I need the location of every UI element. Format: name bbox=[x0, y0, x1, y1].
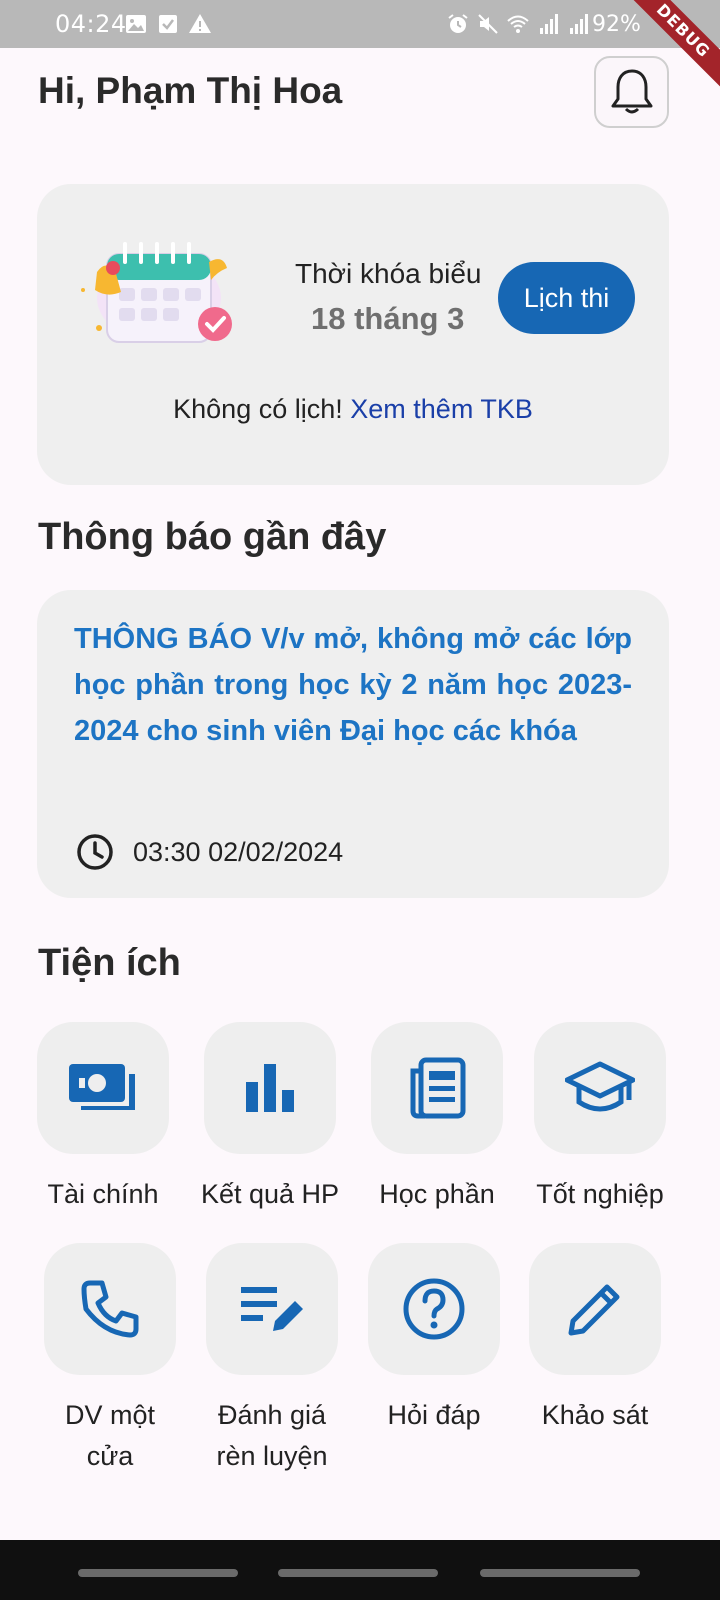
help-icon bbox=[403, 1278, 465, 1340]
notification-title: THÔNG BÁO V/v mở, không mở các lớp học p… bbox=[74, 623, 632, 747]
bar-chart-icon bbox=[246, 1064, 294, 1112]
status-notification-icons bbox=[124, 12, 212, 36]
recent-notifications-title: Thông báo gần đây bbox=[38, 516, 387, 558]
graduation-cap-icon bbox=[565, 1061, 635, 1112]
utility-label: Hỏi đáp bbox=[387, 1400, 481, 1430]
signal-icon bbox=[540, 14, 558, 34]
utility-tile[interactable] bbox=[204, 1022, 336, 1154]
utility-finance[interactable]: Tài chính bbox=[28, 1022, 178, 1215]
warning-icon bbox=[189, 14, 211, 33]
utility-one-stop-service[interactable]: DV một cửa bbox=[35, 1243, 185, 1477]
notification-card[interactable]: THÔNG BÁO V/v mở, không mở các lớp học p… bbox=[37, 590, 669, 898]
wifi-icon bbox=[507, 15, 529, 33]
nav-handle[interactable] bbox=[78, 1569, 238, 1577]
money-icon bbox=[69, 1064, 135, 1110]
utilities-title: Tiện ích bbox=[38, 942, 181, 984]
utility-training-evaluation[interactable]: Đánh giá rèn luyện bbox=[197, 1243, 347, 1477]
empty-schedule-message: Không có lịch! Xem thêm TKB bbox=[37, 394, 669, 425]
utility-label: Học phần bbox=[379, 1179, 495, 1209]
timetable-date: 18 tháng 3 bbox=[311, 301, 465, 336]
utility-course-results[interactable]: Kết quả HP bbox=[195, 1022, 345, 1215]
utility-label: Tài chính bbox=[47, 1179, 159, 1209]
nav-handle[interactable] bbox=[278, 1569, 438, 1577]
utility-tile[interactable] bbox=[529, 1243, 661, 1375]
utility-label: Kết quả HP bbox=[200, 1179, 340, 1209]
utility-tile[interactable] bbox=[534, 1022, 666, 1154]
view-more-timetable-link[interactable]: Xem thêm TKB bbox=[350, 394, 533, 424]
battery-level: 92% bbox=[592, 12, 641, 37]
utility-tile[interactable] bbox=[206, 1243, 338, 1375]
schedule-card: Thời khóa biểu 18 tháng 3 Lịch thi Không… bbox=[37, 184, 669, 485]
utility-tile[interactable] bbox=[371, 1022, 503, 1154]
exam-schedule-button[interactable]: Lịch thi bbox=[498, 262, 635, 334]
clock-icon bbox=[77, 834, 113, 870]
alarm-icon bbox=[448, 14, 468, 33]
status-bar: 04:24 92% DEBUG bbox=[0, 0, 720, 94]
timetable-title: Thời khóa biểu bbox=[295, 258, 482, 289]
nav-handle[interactable] bbox=[480, 1569, 640, 1577]
utility-qa[interactable]: Hỏi đáp bbox=[359, 1243, 509, 1436]
utility-graduation[interactable]: Tốt nghiệp bbox=[525, 1022, 675, 1215]
document-icon bbox=[410, 1057, 466, 1119]
edit-list-icon bbox=[241, 1287, 303, 1331]
utility-label: Đánh giá rèn luyện bbox=[216, 1400, 328, 1471]
utility-courses[interactable]: Học phần bbox=[362, 1022, 512, 1215]
notification-time: 03:30 02/02/2024 bbox=[133, 836, 344, 867]
utility-label: Khảo sát bbox=[541, 1400, 649, 1430]
utility-tile[interactable] bbox=[368, 1243, 500, 1375]
utility-tile[interactable] bbox=[44, 1243, 176, 1375]
pencil-icon bbox=[568, 1284, 620, 1336]
empty-schedule-text: Không có lịch! bbox=[173, 394, 343, 424]
bell-icon bbox=[611, 69, 652, 114]
greeting-title: Hi, Phạm Thị Hoa bbox=[38, 70, 343, 111]
notification-time-row: 03:30 02/02/2024 bbox=[75, 832, 343, 872]
image-icon bbox=[126, 15, 146, 33]
utility-label: DV một cửa bbox=[64, 1400, 156, 1471]
status-system-icons bbox=[446, 12, 590, 36]
system-navigation-bar bbox=[0, 1540, 720, 1600]
status-time: 04:24 bbox=[55, 10, 127, 38]
signal-icon bbox=[570, 14, 588, 34]
calendar-illustration bbox=[81, 242, 232, 343]
notifications-button[interactable] bbox=[594, 56, 669, 128]
phone-icon bbox=[81, 1280, 139, 1338]
utility-label: Tốt nghiệp bbox=[536, 1179, 664, 1209]
mute-icon bbox=[478, 14, 498, 34]
utility-tile[interactable] bbox=[37, 1022, 169, 1154]
utility-survey[interactable]: Khảo sát bbox=[520, 1243, 670, 1436]
checkbox-icon bbox=[159, 15, 177, 33]
